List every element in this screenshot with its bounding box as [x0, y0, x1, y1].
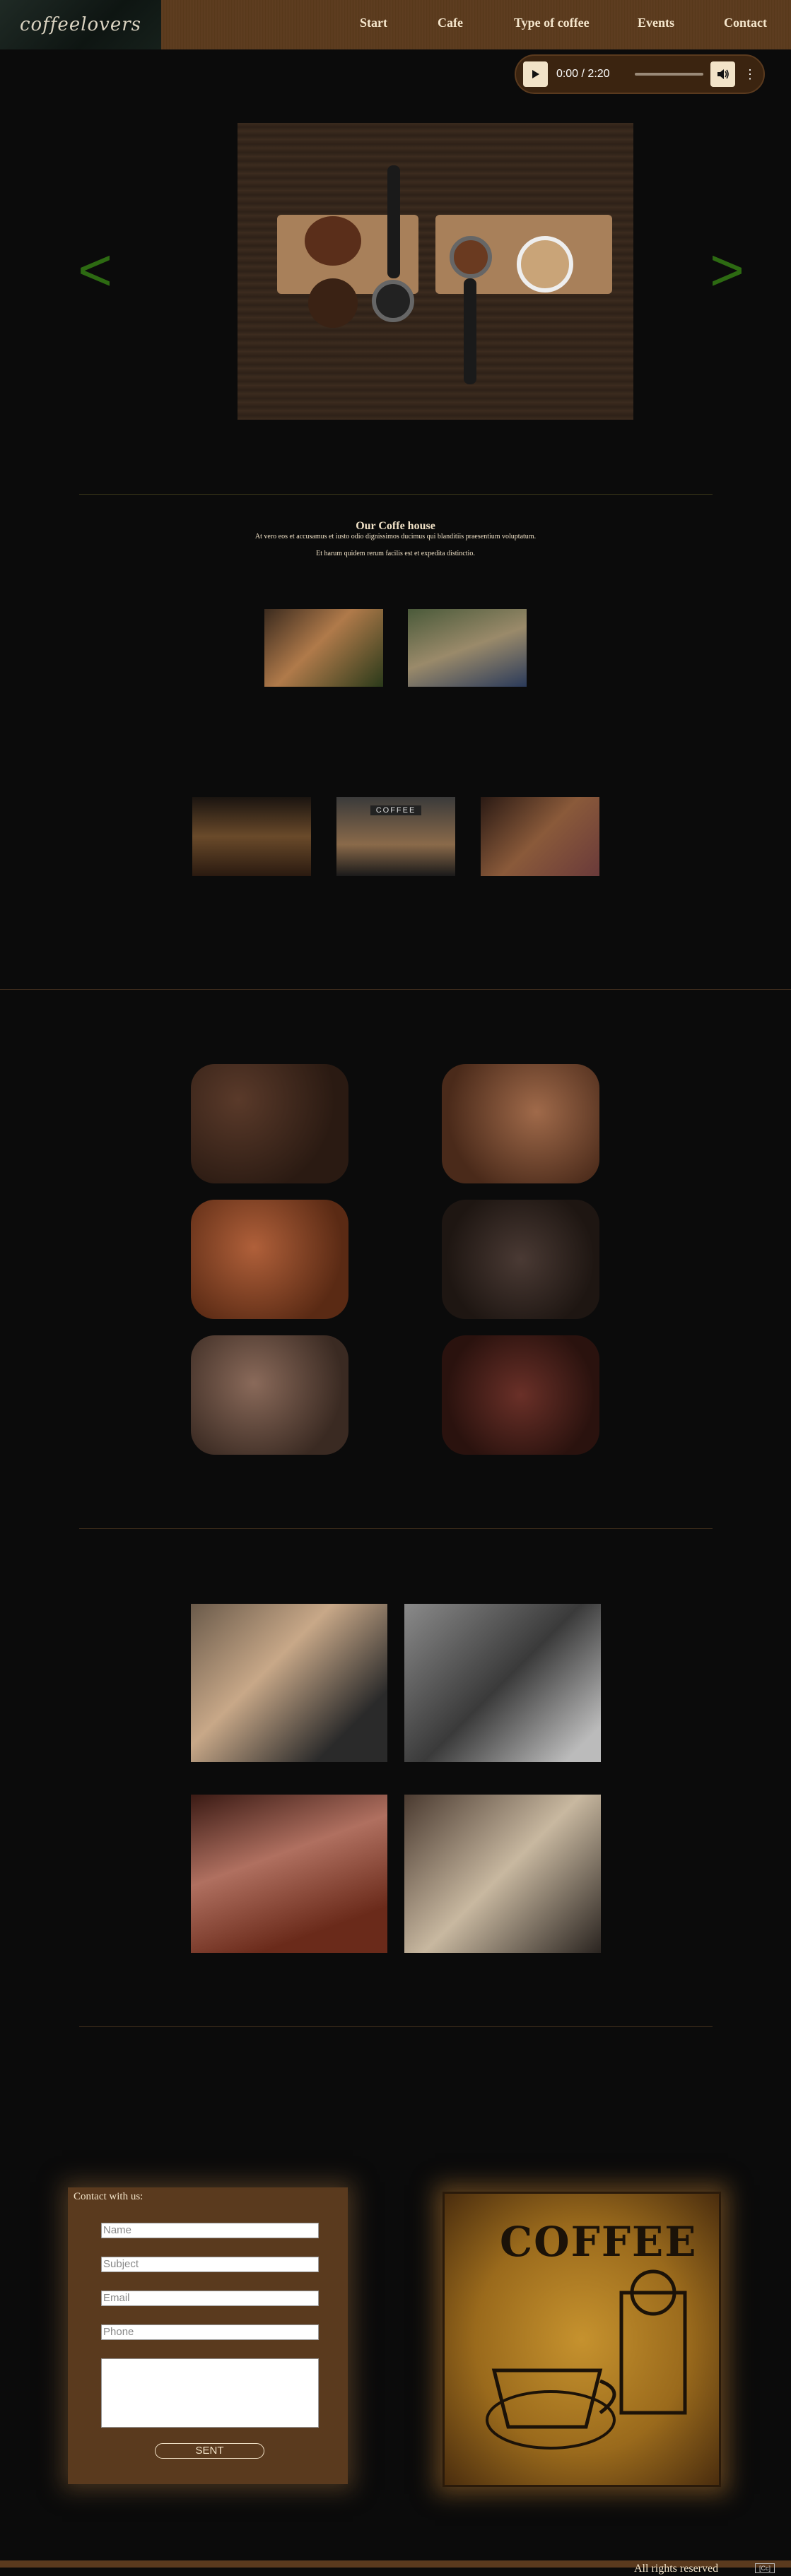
name-field[interactable]: Name: [101, 2223, 319, 2238]
footer-text: All rights reserved: [634, 2563, 719, 2575]
portafilter-handle-right: [464, 278, 476, 384]
email-field[interactable]: Email: [101, 2291, 319, 2306]
logo-text: coffeelovers: [19, 14, 142, 35]
event-photo-1: [191, 1604, 387, 1762]
divider: [79, 2026, 713, 2027]
latte-cup: [517, 236, 573, 293]
poster-illustration: [486, 2269, 687, 2450]
coffee-house-title: Our Coffe house: [356, 520, 435, 532]
coffee-poster: COFFEE: [443, 2192, 721, 2487]
portafilter-left: [372, 280, 414, 322]
play-icon[interactable]: [523, 61, 548, 87]
license-badge[interactable]: [Cc]: [755, 2563, 775, 2573]
portafilter-handle-left: [387, 165, 400, 278]
nav-events[interactable]: Events: [638, 16, 674, 30]
phone-field[interactable]: Phone: [101, 2324, 319, 2340]
slider-prev-button[interactable]: <: [78, 240, 112, 300]
portafilter-right: [450, 236, 492, 278]
audio-progress-track[interactable]: [635, 73, 704, 76]
beans-photo-5: [191, 1335, 348, 1455]
cafe-photo-2: [408, 609, 527, 687]
audio-player: 0:00 / 2:20 ⋮: [515, 54, 765, 94]
message-textarea[interactable]: [101, 2358, 319, 2428]
nav-cafe[interactable]: Cafe: [438, 16, 463, 30]
divider-full: [0, 989, 791, 990]
audio-time: 0:00 / 2:20: [556, 68, 610, 80]
beans-photo-3: [191, 1200, 348, 1319]
divider: [79, 1528, 713, 1529]
nav-contact[interactable]: Contact: [724, 16, 767, 30]
send-button[interactable]: SENT: [155, 2443, 264, 2459]
cafe-photo-1: [264, 609, 383, 687]
coffee-house-text-2: Et harum quidem rerum facilis est et exp…: [316, 550, 475, 557]
cafe-photo-3: [192, 797, 311, 876]
beans-photo-2: [442, 1064, 599, 1183]
nav-start[interactable]: Start: [360, 16, 387, 30]
divider: [79, 494, 713, 495]
nav-type-of-coffee[interactable]: Type of coffee: [514, 16, 590, 30]
cafe-photo-4: COFFEE: [336, 797, 455, 876]
beans-photo-6: [442, 1335, 599, 1455]
ground-coffee: [305, 216, 361, 266]
beans-photo-4: [442, 1200, 599, 1319]
more-vertical-icon[interactable]: ⋮: [744, 67, 756, 82]
volume-icon[interactable]: [710, 61, 735, 87]
subject-field[interactable]: Subject: [101, 2257, 319, 2272]
event-photo-4: [404, 1795, 601, 1953]
coffee-beans: [308, 278, 358, 328]
contact-heading: Contact with us:: [74, 2191, 143, 2202]
event-photo-2: [404, 1604, 601, 1762]
slider-next-button[interactable]: >: [710, 240, 744, 300]
cafe-photo-5: [481, 797, 599, 876]
event-photo-3: [191, 1795, 387, 1953]
hero-image: [238, 123, 633, 420]
coffee-house-text-1: At vero eos et accusamus et iusto odio d…: [254, 533, 537, 540]
logo[interactable]: coffeelovers: [0, 0, 161, 49]
beans-photo-1: [191, 1064, 348, 1183]
